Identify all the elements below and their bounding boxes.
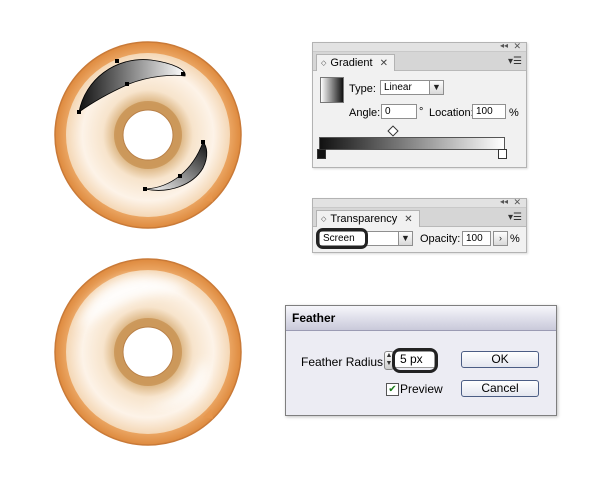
opacity-label: Opacity: xyxy=(420,233,461,245)
angle-value: 0 xyxy=(385,106,391,117)
tab-transparency[interactable]: ◇ Transparency ✕ xyxy=(316,210,420,227)
feather-dialog: Feather Feather Radius: ▲ ▼ 5 px ✔ Previe… xyxy=(285,305,557,416)
ok-button[interactable]: OK xyxy=(461,351,539,368)
gradient-preview-swatch[interactable] xyxy=(320,77,344,103)
angle-label: Angle: xyxy=(349,107,381,119)
blend-mode-highlight xyxy=(316,228,368,249)
close-icon[interactable]: ✕ xyxy=(513,42,521,51)
panel-topbar[interactable]: ◂◂ ✕ xyxy=(313,198,526,208)
type-select[interactable]: Linear xyxy=(380,80,430,95)
panel-menu-icon[interactable]: ▾☰ xyxy=(508,212,522,223)
angle-input[interactable]: 0 xyxy=(381,104,417,119)
cancel-button[interactable]: Cancel xyxy=(461,380,539,397)
tab-toggle-icon[interactable]: ◇ xyxy=(321,215,326,223)
type-label: Type: xyxy=(349,83,376,95)
transparency-panel: ◂◂ ✕ ◇ Transparency ✕ ▾☰ Screen ▼ Opacit… xyxy=(312,198,527,253)
opacity-arrow-icon[interactable]: › xyxy=(493,231,508,246)
type-value: Linear xyxy=(384,82,412,93)
location-input[interactable]: 100 xyxy=(472,104,506,119)
gradient-stop-right[interactable] xyxy=(498,149,507,159)
panel-topbar[interactable]: ◂◂ ✕ xyxy=(313,42,526,52)
preview-checkbox[interactable]: ✔ xyxy=(386,383,399,396)
gradient-panel: ◂◂ ✕ ◇ Gradient ✕ ▾☰ Type: Linear ▼ Angl… xyxy=(312,42,527,168)
gradient-midpoint-handle[interactable] xyxy=(387,125,399,137)
close-icon[interactable]: ✕ xyxy=(380,58,388,69)
collapse-icon[interactable]: ◂◂ xyxy=(500,42,508,50)
tab-toggle-icon[interactable]: ◇ xyxy=(321,59,326,67)
dialog-title: Feather xyxy=(286,306,556,331)
tab-gradient-label: Gradient xyxy=(330,57,373,69)
close-icon[interactable]: ✕ xyxy=(513,198,521,207)
percent-symbol: % xyxy=(509,107,519,119)
location-label: Location: xyxy=(429,107,474,119)
donut-top-image xyxy=(54,41,242,229)
degree-symbol: ° xyxy=(419,106,424,118)
location-value: 100 xyxy=(476,106,493,117)
dropdown-arrow-icon[interactable]: ▼ xyxy=(429,80,444,95)
gradient-stop-left[interactable] xyxy=(317,149,326,159)
feather-radius-label: Feather Radius: xyxy=(301,355,387,369)
tab-gradient[interactable]: ◇ Gradient ✕ xyxy=(316,54,395,71)
tab-transparency-label: Transparency xyxy=(330,213,398,225)
opacity-value: 100 xyxy=(466,233,483,244)
preview-label: Preview xyxy=(400,382,443,396)
checkbox-icon: ✔ xyxy=(388,384,397,395)
gradient-slider-bar[interactable] xyxy=(319,137,505,150)
donut-bottom-image xyxy=(54,258,242,446)
percent-symbol: % xyxy=(510,233,520,245)
collapse-icon[interactable]: ◂◂ xyxy=(500,198,508,206)
close-icon[interactable]: ✕ xyxy=(404,214,412,225)
dropdown-arrow-icon[interactable]: ▼ xyxy=(398,231,413,246)
opacity-input[interactable]: 100 xyxy=(462,231,491,246)
panel-menu-icon[interactable]: ▾☰ xyxy=(508,56,522,67)
feather-radius-highlight xyxy=(392,348,438,373)
